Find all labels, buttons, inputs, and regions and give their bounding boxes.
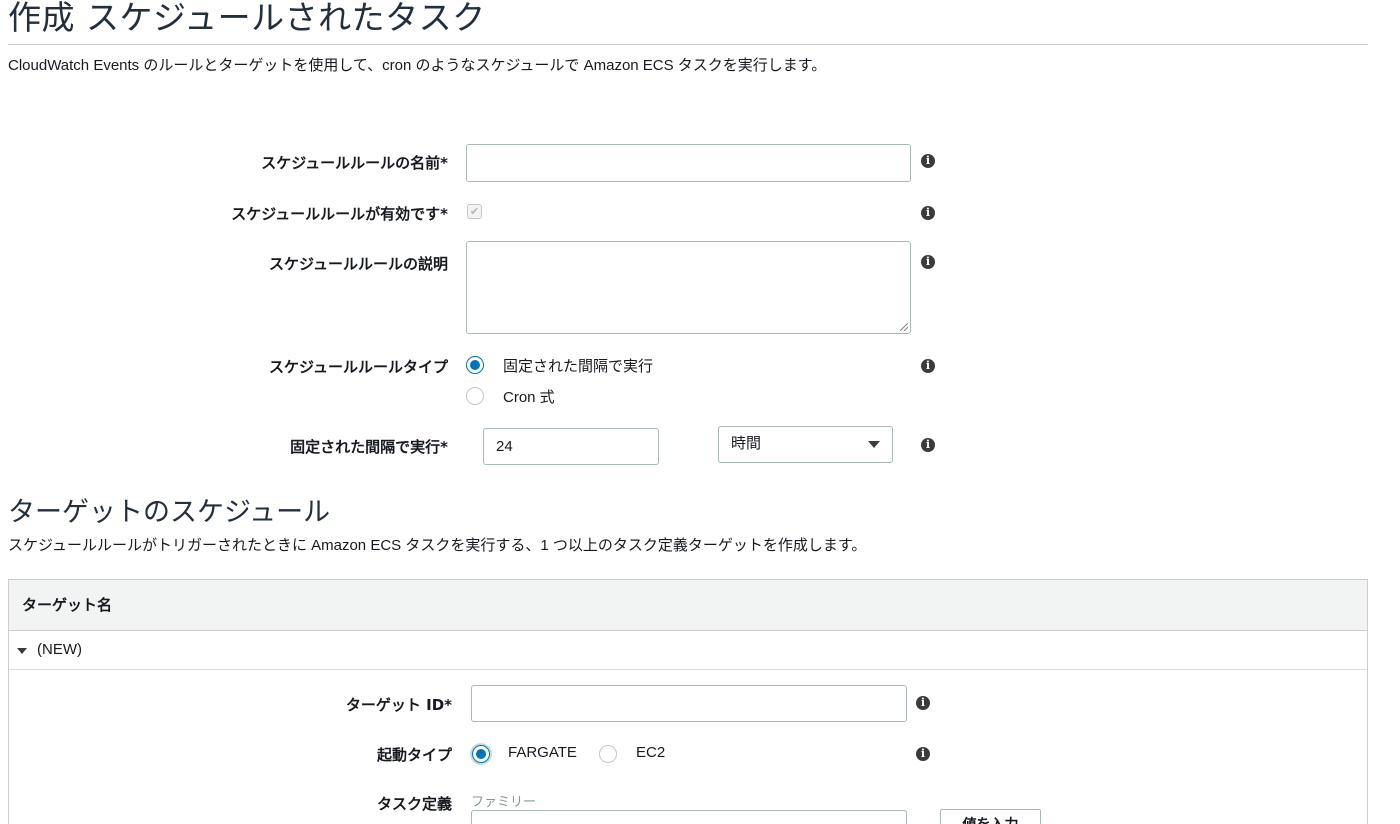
targets-table-header: ターゲット名 [9, 580, 1367, 631]
create-scheduled-task-page: 作成 スケジュールされたタスク CloudWatch Events のルールとタ… [0, 0, 1400, 824]
rule-type-label: スケジュールルールタイプ [269, 358, 448, 376]
radio-launch-fargate[interactable] [472, 745, 490, 763]
target-row-new[interactable]: (NEW) [9, 631, 1367, 670]
target-row-label: (NEW) [37, 641, 82, 658]
rule-name-input[interactable] [466, 144, 911, 182]
interval-label: 固定された間隔で実行* [290, 438, 448, 456]
rule-enabled-label: スケジュールルールが有効です* [231, 205, 448, 223]
caret-down-icon[interactable] [17, 648, 27, 654]
interval-unit-select[interactable]: 時間 [718, 426, 893, 463]
radio-cron-expression-label[interactable]: Cron 式 [503, 386, 555, 407]
info-icon[interactable]: i [921, 154, 935, 168]
chevron-down-icon [868, 441, 880, 448]
radio-launch-ec2-label[interactable]: EC2 [636, 744, 665, 761]
interval-value-input[interactable] [483, 428, 659, 465]
check-icon: ✔ [469, 205, 480, 218]
enter-value-button[interactable]: 値を入力 [940, 809, 1041, 824]
title-divider [8, 44, 1368, 45]
radio-fixed-interval[interactable] [466, 356, 484, 374]
launch-type-label: 起動タイプ [376, 746, 452, 764]
rule-enabled-checkbox[interactable]: ✔ [467, 204, 482, 219]
task-definition-label: タスク定義 [376, 795, 452, 813]
target-id-label: ターゲット ID* [345, 696, 452, 714]
page-title: 作成 スケジュールされたタスク [8, 0, 486, 37]
radio-cron-expression[interactable] [466, 387, 484, 405]
resize-handle-icon[interactable] [900, 323, 908, 331]
info-icon[interactable]: i [921, 206, 935, 220]
interval-unit-value: 時間 [731, 435, 762, 452]
targets-section-description: スケジュールルールがトリガーされたときに Amazon ECS タスクを実行する… [8, 537, 867, 554]
family-label: ファミリー [471, 794, 537, 809]
radio-fixed-interval-label[interactable]: 固定された間隔で実行 [503, 355, 653, 376]
targets-panel: ターゲット名 (NEW) ターゲット ID* i 起動タイプ FARGATE E… [8, 579, 1368, 824]
rule-name-label: スケジュールルールの名前* [261, 154, 448, 172]
rule-description-label: スケジュールルールの説明 [269, 255, 448, 273]
info-icon[interactable]: i [921, 359, 935, 373]
info-icon[interactable]: i [921, 255, 935, 269]
radio-launch-ec2[interactable] [599, 745, 617, 763]
info-icon[interactable]: i [916, 747, 930, 761]
info-icon[interactable]: i [921, 438, 935, 452]
family-select[interactable] [471, 810, 907, 824]
targets-section-title: ターゲットのスケジュール [8, 497, 331, 528]
target-id-input[interactable] [471, 685, 907, 722]
target-name-column-header: ターゲット名 [22, 596, 113, 614]
info-icon[interactable]: i [916, 696, 930, 710]
rule-description-textarea[interactable] [466, 241, 911, 334]
radio-launch-fargate-label[interactable]: FARGATE [508, 744, 577, 761]
page-description: CloudWatch Events のルールとターゲットを使用して、cron の… [8, 57, 827, 74]
